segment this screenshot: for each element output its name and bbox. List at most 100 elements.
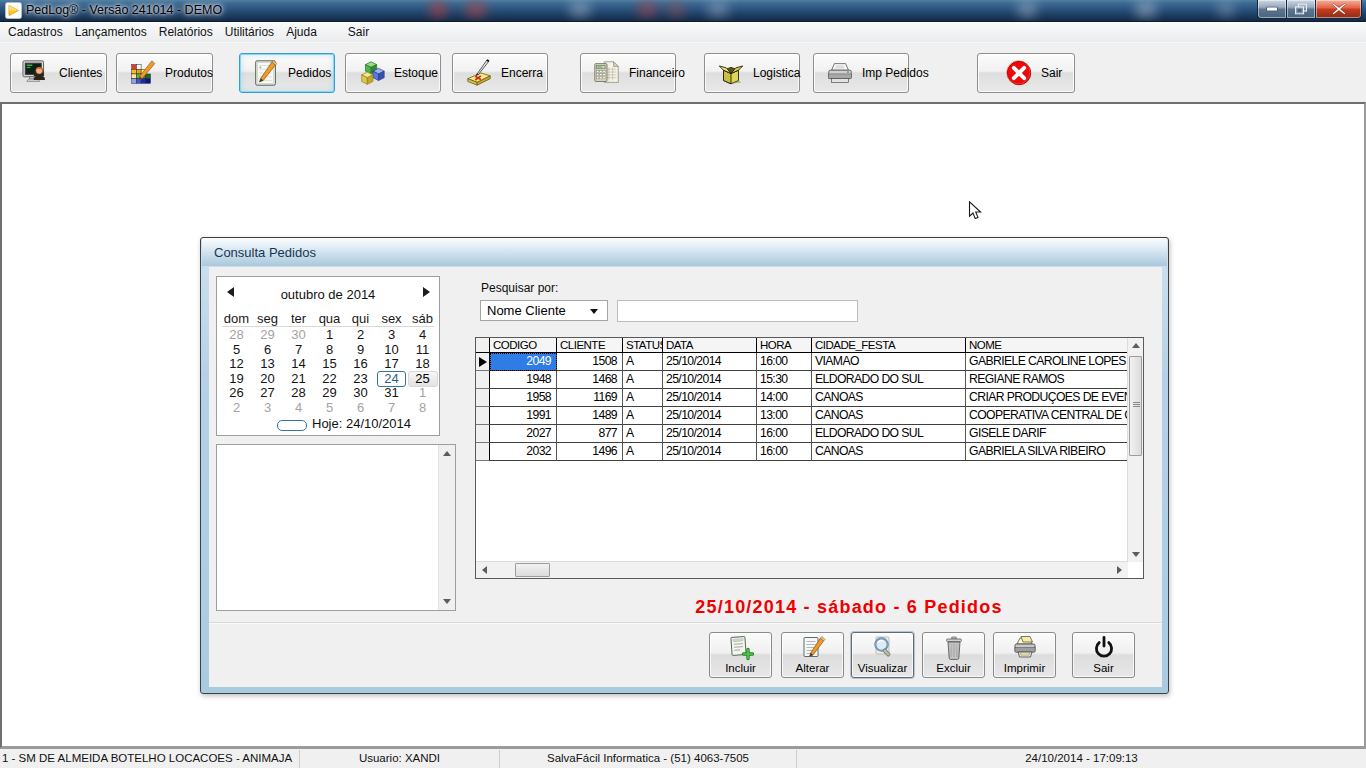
calendar-day[interactable]: 8: [314, 343, 345, 358]
calendar-day[interactable]: 10: [376, 343, 407, 358]
grid-cell[interactable]: COOPERATIVA CENTRAL DE COO: [966, 407, 1127, 425]
grid-cell[interactable]: 13:00: [757, 407, 812, 425]
calendar-day[interactable]: 22: [314, 372, 345, 387]
toolbar-button-estoque[interactable]: Estoque: [345, 53, 441, 93]
calendar-day[interactable]: 17: [376, 357, 407, 372]
grid-cell[interactable]: 16:00: [757, 353, 812, 371]
search-field-combobox[interactable]: Nome Cliente: [480, 300, 608, 321]
grid-cell[interactable]: A: [623, 353, 663, 371]
toolbar-button-clientes[interactable]: Clientes: [10, 53, 107, 93]
grid-column-header-status[interactable]: STATUS: [623, 338, 663, 352]
grid-cell[interactable]: A: [623, 443, 663, 461]
restore-button[interactable]: [1287, 0, 1315, 19]
grid-cell[interactable]: CRIAR PRODUÇOES DE EVENTOS: [966, 389, 1127, 407]
grid-cell[interactable]: 25/10/2014: [663, 353, 757, 371]
grid-cell[interactable]: 1991: [490, 407, 557, 425]
grid-cell[interactable]: 1958: [490, 389, 557, 407]
calendar-day[interactable]: 13: [252, 357, 283, 372]
toolbar-button-produtos[interactable]: Produtos: [116, 53, 213, 93]
search-input[interactable]: [617, 300, 858, 322]
scroll-up-icon[interactable]: [443, 451, 451, 456]
grid-row-selector[interactable]: [476, 425, 490, 443]
grid-cell[interactable]: ELDORADO DO SUL: [812, 425, 966, 443]
grid-column-header-cidade_festa[interactable]: CIDADE_FESTA: [812, 338, 966, 352]
scroll-down-icon[interactable]: [443, 599, 451, 604]
horizontal-scroll-thumb[interactable]: [515, 563, 550, 577]
calendar-day[interactable]: 1: [314, 328, 345, 343]
calendar-day[interactable]: 28: [221, 328, 252, 343]
grid-row[interactable]: 19481468A25/10/201415:30ELDORADO DO SULR…: [476, 371, 1127, 389]
grid-row-selector[interactable]: [476, 443, 490, 461]
grid-cell[interactable]: 14:00: [757, 389, 812, 407]
calendar-day[interactable]: 26: [221, 386, 252, 401]
combobox-dropdown-icon[interactable]: [590, 309, 598, 314]
calendar-day[interactable]: 1: [407, 386, 438, 401]
grid-cell[interactable]: GISELE DARIF: [966, 425, 1127, 443]
notes-listbox[interactable]: [216, 444, 456, 611]
dialog-button-imprimir[interactable]: Imprimir: [993, 632, 1056, 678]
toolbar-button-pedidos[interactable]: Pedidos: [239, 53, 335, 93]
calendar-next-icon[interactable]: [423, 287, 430, 297]
grid-cell[interactable]: 25/10/2014: [663, 407, 757, 425]
grid-cell[interactable]: A: [623, 407, 663, 425]
dialog-button-visualizar[interactable]: Visualizar: [851, 632, 914, 678]
calendar-day[interactable]: 7: [283, 343, 314, 358]
dialog-button-sair[interactable]: Sair: [1072, 632, 1135, 678]
grid-row[interactable]: 20321496A25/10/201416:00CANOASGABRIELA S…: [476, 443, 1127, 461]
menu-item-lancamentos[interactable]: Lançamentos: [69, 22, 153, 42]
grid-vertical-scrollbar[interactable]: [1127, 338, 1143, 562]
calendar-day[interactable]: 6: [252, 343, 283, 358]
close-button[interactable]: [1315, 0, 1362, 19]
grid-cell[interactable]: 25/10/2014: [663, 443, 757, 461]
toolbar-button-logistica[interactable]: Logistica: [704, 53, 800, 93]
toolbar-button-sair[interactable]: Sair: [977, 53, 1075, 93]
scroll-up-icon[interactable]: [1132, 343, 1140, 348]
calendar-day[interactable]: 29: [314, 386, 345, 401]
calendar-day[interactable]: 20: [252, 372, 283, 387]
grid-cell[interactable]: 25/10/2014: [663, 371, 757, 389]
calendar-day[interactable]: 31: [376, 386, 407, 401]
calendar-day[interactable]: 28: [283, 386, 314, 401]
calendar-day[interactable]: 16: [345, 357, 376, 372]
menu-item-cadastros[interactable]: Cadastros: [2, 22, 69, 42]
calendar-day[interactable]: 29: [252, 328, 283, 343]
listbox-scrollbar[interactable]: [438, 445, 455, 610]
calendar-day[interactable]: 30: [283, 328, 314, 343]
calendar-day[interactable]: 7: [376, 401, 407, 416]
calendar-day[interactable]: 4: [283, 401, 314, 416]
grid-cell[interactable]: 16:00: [757, 425, 812, 443]
calendar-day[interactable]: 2: [221, 401, 252, 416]
grid-column-header-codigo[interactable]: CODIGO: [490, 338, 557, 352]
menu-item-relatorios[interactable]: Relatórios: [153, 22, 219, 42]
grid-cell[interactable]: 2049: [490, 353, 557, 371]
grid-cell[interactable]: A: [623, 389, 663, 407]
calendar-day[interactable]: 5: [221, 343, 252, 358]
grid-cell[interactable]: 2027: [490, 425, 557, 443]
calendar-day[interactable]: 12: [221, 357, 252, 372]
grid-cell[interactable]: ELDORADO DO SUL: [812, 371, 966, 389]
menu-item-sair[interactable]: Sair: [342, 22, 375, 42]
calendar-day[interactable]: 5: [314, 401, 345, 416]
grid-cell[interactable]: GABRIELA SILVA RIBEIRO: [966, 443, 1127, 461]
grid-cell[interactable]: CANOAS: [812, 443, 966, 461]
toolbar-button-encerra[interactable]: Encerra: [452, 53, 548, 93]
grid-cell[interactable]: 25/10/2014: [663, 389, 757, 407]
grid-cell[interactable]: REGIANE RAMOS: [966, 371, 1127, 389]
minimize-button[interactable]: [1257, 0, 1287, 19]
scroll-right-icon[interactable]: [1117, 566, 1122, 574]
grid-row-selector[interactable]: [476, 389, 490, 407]
grid-row[interactable]: 2027877A25/10/201416:00ELDORADO DO SULGI…: [476, 425, 1127, 443]
dialog-button-alterar[interactable]: Alterar: [781, 632, 844, 678]
calendar-day[interactable]: 3: [376, 328, 407, 343]
calendar-day[interactable]: 30: [345, 386, 376, 401]
grid-cell[interactable]: 16:00: [757, 443, 812, 461]
grid-horizontal-scrollbar[interactable]: [476, 561, 1128, 578]
grid-cell[interactable]: 1468: [557, 371, 623, 389]
calendar-day[interactable]: 11: [407, 343, 438, 358]
grid-row-selector[interactable]: [476, 371, 490, 389]
menu-item-utilitarios[interactable]: Utilitários: [219, 22, 280, 42]
grid-column-header-cliente[interactable]: CLIENTE: [557, 338, 623, 352]
calendar-day-selected[interactable]: 25: [407, 372, 438, 387]
calendar-day[interactable]: 6: [345, 401, 376, 416]
calendar-day[interactable]: 21: [283, 372, 314, 387]
